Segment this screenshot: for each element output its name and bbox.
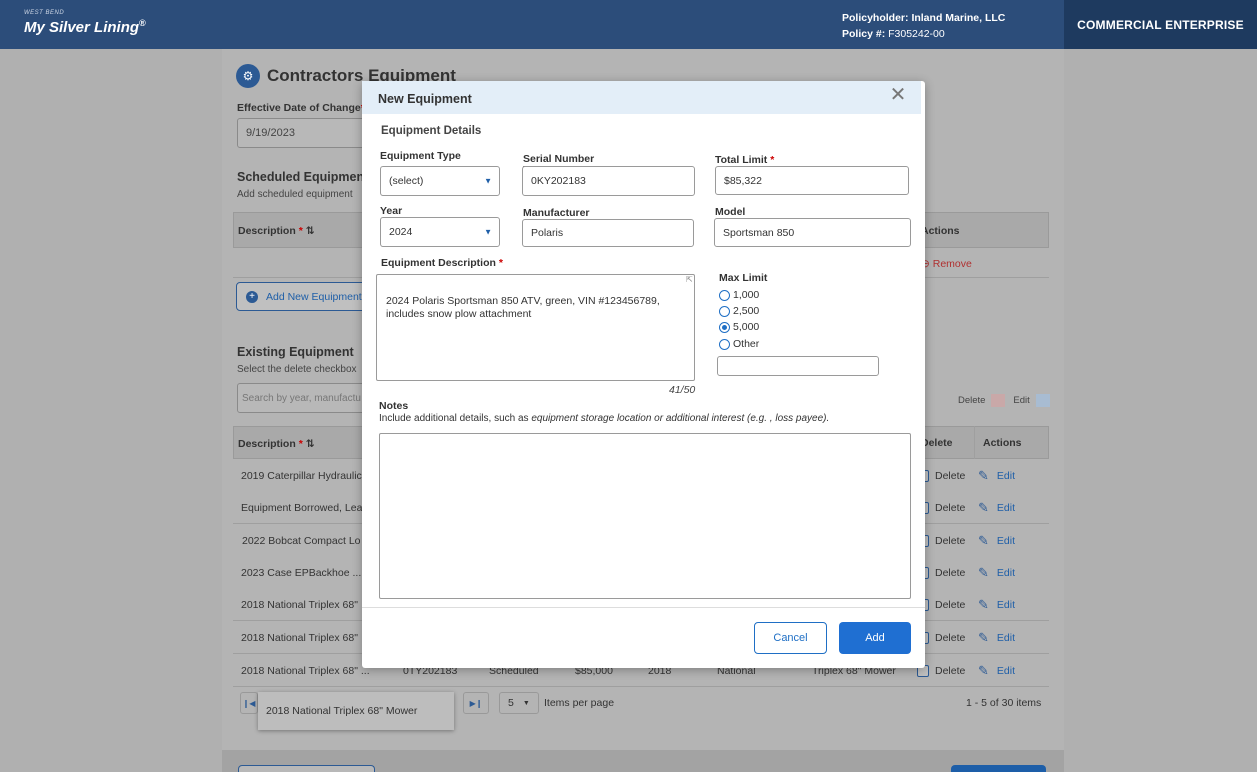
other-limit-input[interactable] (717, 356, 879, 376)
equipment-type-select[interactable]: (select) ▼ (380, 166, 500, 196)
equipment-type-label: Equipment Type (380, 150, 461, 162)
scheduled-title: Scheduled Equipment (237, 170, 369, 184)
notes-textarea[interactable] (379, 433, 911, 599)
edit-link[interactable]: Edit (997, 599, 1015, 611)
character-count: 41/50 (669, 384, 696, 396)
radio-icon (719, 305, 730, 317)
col-actions: Actions (921, 225, 960, 237)
items-per-page-label: Items per page (544, 697, 615, 709)
description-tooltip: 2018 National Triplex 68" Mower (258, 692, 454, 730)
right-gutter (1064, 49, 1257, 772)
chevron-down-icon: ▼ (522, 699, 530, 707)
total-limit-label: Total Limit * (715, 154, 775, 166)
total-limit-input[interactable]: $85,322 (715, 166, 909, 195)
tools-icon: ⚙ (236, 64, 260, 88)
edit-link[interactable]: Edit (997, 632, 1015, 644)
model-label: Model (715, 206, 746, 218)
edit-link[interactable]: Edit (997, 502, 1015, 514)
cancel-button[interactable]: Cancel (754, 622, 827, 654)
edit-icon: ✎ (978, 596, 989, 612)
continue-button[interactable] (951, 765, 1046, 772)
edit-legend-swatch (1035, 394, 1050, 407)
radio-5000[interactable]: 5,000 (719, 319, 759, 335)
edit-icon: ✎ (978, 564, 989, 580)
radio-selected-icon (719, 321, 730, 333)
effective-date-input[interactable]: 9/19/2023 (237, 118, 377, 148)
serial-number-input[interactable]: 0KY202183 (522, 166, 695, 196)
radio-icon (719, 289, 730, 301)
existing-col-description[interactable]: Description * ⇅ (238, 438, 315, 450)
serial-number-label: Serial Number (523, 153, 595, 167)
edit-icon: ✎ (978, 467, 989, 483)
description-textarea[interactable]: 2024 Polaris Sportsman 850 ATV, green, V… (376, 274, 695, 381)
page-size-select[interactable]: 5 ▼ (499, 692, 539, 714)
remove-link[interactable]: ⊖ Remove (921, 258, 972, 270)
edit-link[interactable]: Edit (997, 470, 1015, 482)
existing-title: Existing Equipment (237, 345, 354, 359)
items-count: 1 - 5 of 30 items (966, 697, 1042, 709)
left-gutter (0, 49, 222, 772)
radio-2500[interactable]: 2,500 (719, 303, 759, 319)
model-input[interactable]: Sportsman 850 (714, 218, 911, 247)
add-new-equipment-button[interactable]: + Add New Equipment (236, 282, 366, 311)
edit-link[interactable]: Edit (997, 567, 1015, 579)
legend: Delete Edit (958, 394, 1050, 407)
search-input[interactable]: Search by year, manufactu (237, 383, 377, 413)
max-limit-label: Max Limit (719, 272, 768, 284)
close-icon[interactable]: ✕ (888, 85, 908, 105)
edit-icon: ✎ (978, 629, 989, 645)
resize-handle-icon[interactable]: ⇱ (686, 275, 693, 284)
sort-icon: ⇅ (305, 225, 315, 237)
edit-icon: ✎ (978, 532, 989, 548)
plus-circle-icon: + (246, 290, 258, 303)
modal-title: New Equipment (378, 92, 472, 106)
radio-icon (719, 338, 730, 350)
scheduled-subtitle: Add scheduled equipment (237, 189, 353, 200)
col-description[interactable]: Description * ⇅ (238, 225, 315, 237)
first-page-icon[interactable]: ❙◀ (240, 692, 258, 714)
back-button[interactable] (238, 765, 375, 772)
radio-1000[interactable]: 1,000 (719, 287, 759, 303)
effective-date-label: Effective Date of Change* (237, 102, 365, 114)
commercial-enterprise-banner: COMMERCIAL ENTERPRISE (1064, 0, 1257, 49)
radio-other[interactable]: Other (719, 336, 759, 352)
description-label: Equipment Description * (381, 257, 503, 269)
manufacturer-input[interactable]: Polaris (522, 219, 694, 247)
brand-company: WEST BEND (24, 10, 65, 16)
existing-col-actions: Actions (983, 437, 1022, 449)
existing-col-delete: Delete (921, 437, 953, 449)
edit-icon: ✎ (978, 662, 989, 678)
policy-info: Policyholder: Inland Marine, LLC Policy … (842, 12, 1006, 40)
equipment-details-heading: Equipment Details (381, 125, 482, 137)
edit-icon: ✎ (978, 499, 989, 515)
edit-link[interactable]: Edit (997, 665, 1015, 677)
notes-label: Notes (379, 400, 409, 412)
last-page-icon[interactable]: ▶❙ (463, 692, 489, 714)
manufacturer-label: Manufacturer (523, 207, 590, 219)
existing-subtitle: Select the delete checkbox (237, 364, 357, 375)
modal-footer-divider (362, 607, 925, 608)
max-limit-radio-group: 1,000 2,500 5,000 Other (719, 287, 759, 352)
sort-icon: ⇅ (305, 438, 315, 450)
chevron-down-icon: ▼ (484, 227, 492, 237)
chevron-down-icon: ▼ (484, 176, 492, 186)
delete-legend-swatch (991, 394, 1006, 407)
edit-link[interactable]: Edit (997, 535, 1015, 547)
year-label: Year (380, 205, 403, 217)
add-button[interactable]: Add (839, 622, 911, 654)
year-select[interactable]: 2024 ▼ (380, 217, 500, 247)
brand-logo[interactable]: My Silver Lining® (24, 18, 146, 36)
notes-help: Include additional details, such as equi… (379, 413, 830, 424)
